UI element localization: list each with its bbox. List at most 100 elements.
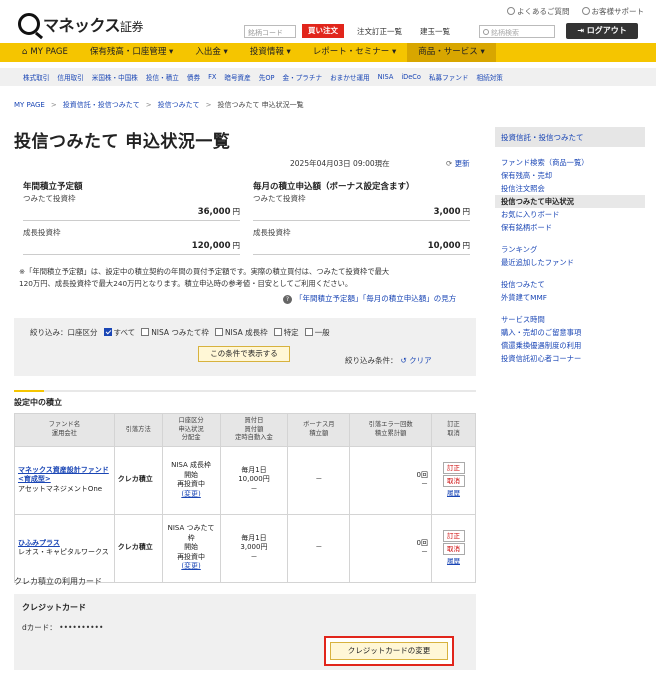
filter-tokutei[interactable]: 特定 bbox=[273, 327, 299, 338]
change-dist-link[interactable]: (変更) bbox=[181, 562, 200, 570]
purchase-cell: 毎月1日 3,000円－ bbox=[219, 513, 289, 583]
logo-sub: 証券 bbox=[120, 20, 144, 34]
header-method: 引落方法 bbox=[113, 413, 163, 447]
checkbox-icon bbox=[304, 328, 313, 336]
subnav-item[interactable]: 信用取引 bbox=[57, 72, 83, 82]
help-link[interactable]: ? 「年間積立予定額」「毎月の積立申込額」の見方 bbox=[283, 293, 456, 304]
filter-row: 絞り込み：口座区分 すべて NISA つみたて枠 NISA 成長枠 特定 一般 bbox=[30, 327, 330, 338]
checkbox-icon bbox=[214, 328, 223, 336]
subnav-item[interactable]: FX bbox=[208, 73, 216, 81]
logo-mark-icon bbox=[18, 13, 40, 35]
logo-main: マネックス bbox=[43, 16, 121, 35]
cancel-button[interactable]: 取消 bbox=[442, 475, 465, 487]
actions-cell: 訂正 取消 履歴 bbox=[431, 513, 476, 583]
logout-button[interactable]: ⇥ ログアウト bbox=[566, 23, 638, 39]
subnav-item[interactable]: iDeCo bbox=[401, 73, 421, 81]
table-row: ひふみプラス レオス・キャピタルワークス クレカ積立 NISA つみたて枠 開始 再投… bbox=[14, 513, 476, 583]
subnav-item[interactable]: 先OP bbox=[259, 72, 275, 82]
plans-table: ファンド名 運用会社 引落方法 口座区分 申込状況 分配金 買付日 買付額 定時… bbox=[14, 413, 476, 583]
sidebar-item[interactable]: 投信つみたて bbox=[495, 278, 645, 291]
order-list-link[interactable]: 注文訂正一覧 bbox=[357, 26, 402, 37]
support-link[interactable]: お客様サポート bbox=[581, 6, 644, 17]
sidebar-item[interactable]: サービス時間 bbox=[495, 313, 645, 326]
filter-nisa-growth[interactable]: NISA 成長枠 bbox=[214, 327, 268, 338]
breadcrumb-tsumitate[interactable]: 投信つみたて bbox=[158, 101, 200, 109]
account-cell: NISA つみたて枠 開始 再投資中 (変更) bbox=[161, 513, 221, 583]
header-actions-text: 訂正 取消 bbox=[447, 421, 460, 437]
breadcrumb-current: 投信つみたて 申込状況一覧 bbox=[217, 101, 304, 109]
sidebar-item[interactable]: ランキング bbox=[495, 243, 645, 256]
sidebar-item[interactable]: 外貨建てMMF bbox=[495, 291, 645, 304]
sidebar-item[interactable]: 購入・売却のご留意事項 bbox=[495, 326, 645, 339]
filter-nisa-tsumitate[interactable]: NISA つみたて枠 bbox=[141, 327, 209, 338]
breadcrumb-mypage[interactable]: MY PAGE bbox=[14, 101, 45, 109]
checkbox-icon bbox=[141, 328, 150, 336]
sidebar-item[interactable]: お気に入りボード bbox=[495, 208, 645, 221]
search-input[interactable]: 銘柄検索 bbox=[479, 25, 555, 38]
history-link[interactable]: 履歴 bbox=[443, 488, 465, 498]
edit-button[interactable]: 訂正 bbox=[442, 462, 465, 474]
brand-code-input[interactable]: 銘柄コード bbox=[244, 25, 296, 38]
section-rule bbox=[14, 390, 476, 392]
sidebar-item[interactable]: 保有残高・売却 bbox=[495, 169, 645, 182]
change-dist-link[interactable]: (変更) bbox=[181, 490, 200, 498]
cancel-button[interactable]: 取消 bbox=[442, 543, 465, 555]
subnav-item[interactable]: 債券 bbox=[187, 72, 200, 82]
subnav-item[interactable]: 米国株・中国株 bbox=[92, 72, 138, 82]
sidebar-item[interactable]: 最近追加したファンド bbox=[495, 256, 645, 269]
divider bbox=[23, 254, 240, 255]
clear-filter-link[interactable]: ↺ クリア bbox=[401, 356, 432, 365]
sub-nav: 株式取引 信用取引 米国株・中国株 投信・積立 債券 FX 暗号資産 先OP 金… bbox=[0, 68, 656, 86]
subnav-item[interactable]: 暗号資産 bbox=[224, 72, 250, 82]
search-icon bbox=[483, 29, 489, 35]
nav-products[interactable]: 商品・サービス ▾ bbox=[407, 43, 496, 62]
question-icon bbox=[507, 7, 515, 15]
refresh-button[interactable]: ⟳ 更新 bbox=[446, 158, 470, 169]
annual-tsumitate-label: つみたて投資枠 bbox=[23, 194, 76, 203]
card-change-highlight: クレジットカードの変更 bbox=[324, 636, 454, 666]
sidebar-head[interactable]: 投資信託・投信つみたて bbox=[495, 127, 645, 147]
subnav-item[interactable]: 相続対策 bbox=[477, 72, 503, 82]
holdings-list-link[interactable]: 建玉一覧 bbox=[420, 26, 450, 37]
subnav-item[interactable]: おまかせ運用 bbox=[330, 72, 370, 82]
sidebar-item[interactable]: ファンド検索（商品一覧） bbox=[495, 156, 645, 169]
monex-logo[interactable]: マネックス証券 bbox=[18, 12, 144, 36]
filter-label: 絞り込み：口座区分 bbox=[30, 328, 98, 337]
edit-button[interactable]: 訂正 bbox=[442, 530, 465, 542]
subnav-item[interactable]: NISA bbox=[378, 73, 394, 81]
nav-deposit[interactable]: 入出金 ▾ bbox=[184, 43, 238, 62]
subnav-item[interactable]: 私募ファンド bbox=[429, 72, 469, 82]
sidebar-item[interactable]: 投資信託初心者コーナー bbox=[495, 352, 645, 365]
annual-growth-label: 成長投資枠 bbox=[23, 228, 61, 237]
subnav-item[interactable]: 株式取引 bbox=[23, 72, 49, 82]
history-link[interactable]: 履歴 bbox=[443, 556, 465, 566]
nav-account[interactable]: 保有残高・口座管理 ▾ bbox=[79, 43, 184, 62]
subnav-item[interactable]: 金・プラチナ bbox=[283, 72, 323, 82]
filter-ippan[interactable]: 一般 bbox=[304, 327, 330, 338]
sidebar-item[interactable]: 投信注文照会 bbox=[495, 182, 645, 195]
header-actions: 訂正 取消 bbox=[431, 413, 476, 447]
sidebar-item[interactable]: 償還乗換優遇制度の利用 bbox=[495, 339, 645, 352]
header-errors-text: 引落エラー回数 積立累計額 bbox=[368, 421, 413, 437]
subnav-item[interactable]: 投信・積立 bbox=[146, 72, 179, 82]
monthly-tsumitate-amount: 3,000 円 bbox=[433, 207, 470, 217]
purchase-cell: 毎月1日 10,000円－ bbox=[219, 445, 289, 515]
annual-note: ※「年間積立予定額」は、設定中の積立契約の年間の買付予定額です。実際の積立買付は… bbox=[19, 267, 390, 288]
sidebar-item-current[interactable]: 投信つみたて申込状況 bbox=[495, 195, 645, 208]
nav-info[interactable]: 投資情報 ▾ bbox=[239, 43, 302, 62]
filter-all[interactable]: すべて bbox=[103, 327, 135, 338]
buy-order-button[interactable]: 買い注文 bbox=[302, 24, 344, 38]
fund-link[interactable]: ひふみプラス bbox=[18, 539, 60, 547]
table-header-row: ファンド名 運用会社 引落方法 口座区分 申込状況 分配金 買付日 買付額 定時… bbox=[14, 413, 476, 447]
sidebar-item[interactable]: 保有銘柄ボード bbox=[495, 221, 645, 234]
section-title: 設定中の積立 bbox=[14, 398, 62, 407]
nav-reports[interactable]: レポート・セミナー ▾ bbox=[302, 43, 407, 62]
apply-filter-button[interactable]: この条件で表示する bbox=[198, 346, 290, 362]
fund-link[interactable]: マネックス資産設計ファンド<育成型> bbox=[18, 466, 109, 484]
breadcrumb-funds[interactable]: 投資信託・投信つみたて bbox=[63, 101, 140, 109]
card-change-button[interactable]: クレジットカードの変更 bbox=[330, 642, 448, 660]
nav-mypage[interactable]: ⌂ MY PAGE bbox=[0, 43, 79, 62]
faq-link[interactable]: よくあるご質問 bbox=[507, 6, 570, 17]
monthly-title: 毎月の積立申込額（ボーナス設定含ます） bbox=[253, 182, 415, 192]
bonus-cell: － bbox=[287, 513, 351, 583]
